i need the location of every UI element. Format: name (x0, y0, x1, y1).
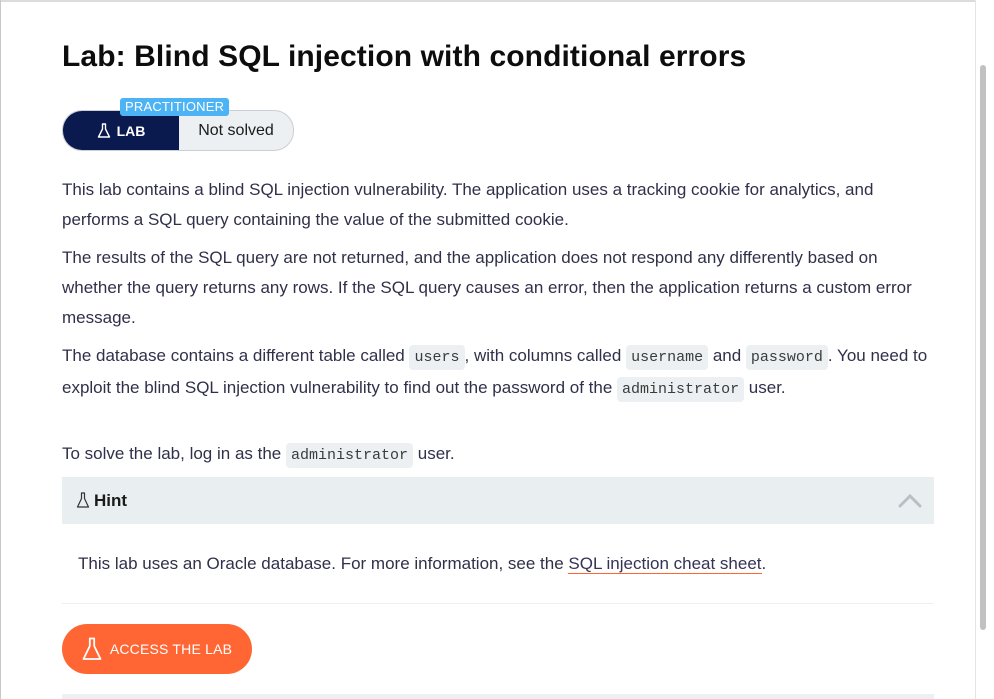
text-segment: This lab uses an Oracle database. For mo… (78, 554, 569, 573)
next-section-edge (62, 694, 934, 699)
code-password: password (745, 345, 828, 370)
text-segment: . (761, 554, 767, 573)
hint-heading: Hint (76, 491, 127, 511)
code-users: users (409, 345, 465, 370)
access-lab-button[interactable]: ACCESS THE LAB (62, 624, 252, 674)
window-left-border (0, 0, 1, 699)
sql-injection-cheat-sheet-link[interactable]: SQL injection cheat sheet (568, 554, 762, 574)
access-lab-label: ACCESS THE LAB (109, 641, 233, 657)
text-segment: The database contains a different table … (62, 346, 410, 365)
scrollbar-thumb[interactable] (980, 65, 986, 630)
flask-icon (97, 122, 110, 138)
text-segment: and (708, 346, 746, 365)
flask-icon (82, 637, 102, 660)
description-paragraph-4: To solve the lab, log in as the administ… (62, 439, 934, 471)
lab-status-badge: LAB Not solved PRACTITIONER (62, 98, 294, 151)
code-administrator: administrator (285, 443, 414, 468)
badge-pill: LAB Not solved (62, 110, 294, 151)
flask-icon (76, 492, 90, 508)
description-paragraph-1: This lab contains a blind SQL injection … (62, 180, 874, 229)
code-username: username (626, 345, 709, 370)
text-segment: , with columns called (464, 346, 627, 365)
lab-label: LAB (63, 111, 179, 150)
hint-toggle[interactable]: Hint (62, 477, 934, 524)
text-segment: user. (744, 378, 786, 397)
practitioner-level-tag: PRACTITIONER (120, 98, 230, 116)
hint-title: Hint (94, 490, 128, 510)
text-segment: To solve the lab, log in as the (62, 444, 286, 463)
divider (62, 603, 934, 604)
page-title: Lab: Blind SQL injection with conditiona… (62, 40, 747, 73)
lab-label-text: LAB (116, 122, 146, 139)
text-segment: user. (413, 444, 455, 463)
code-administrator: administrator (617, 377, 745, 402)
chevron-up-icon[interactable] (898, 489, 922, 513)
window-top-border (0, 0, 976, 2)
description-paragraph-3: The database contains a different table … (62, 341, 934, 405)
description-paragraph-2: The results of the SQL query are not ret… (62, 248, 912, 327)
hint-content: This lab uses an Oracle database. For mo… (78, 549, 766, 579)
solved-status: Not solved (198, 121, 274, 139)
